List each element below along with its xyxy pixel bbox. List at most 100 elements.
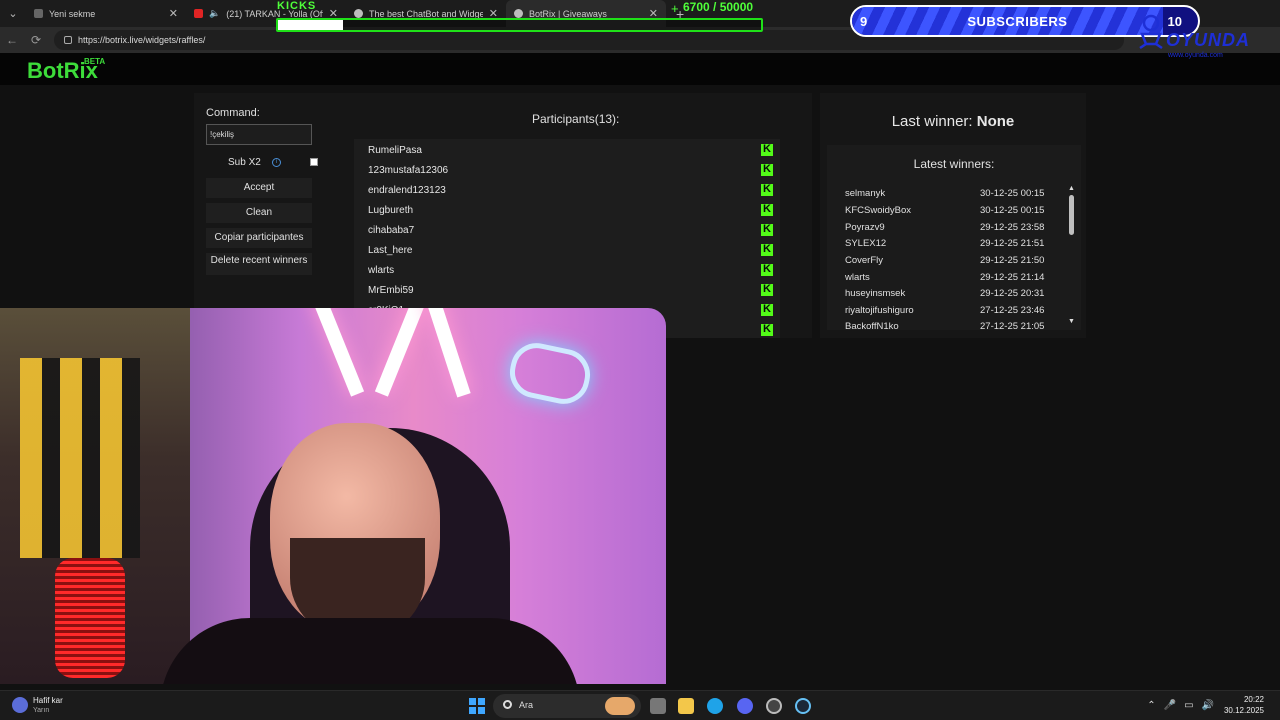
kick-icon (761, 183, 773, 196)
winner-row: SYLEX12 29-12-25 21:51 (845, 238, 1055, 249)
system-tray[interactable]: ⌃🎤▭🔊 (1147, 700, 1222, 711)
last-winner: Last winner: None (820, 113, 1086, 130)
weather-title: Hafif kar (33, 696, 63, 705)
kicks-count: 6700 / 50000 (683, 0, 754, 14)
kick-icon (761, 243, 773, 256)
participant-item: 123mustafa12306 (368, 165, 449, 176)
winner-row: wlarts 29-12-25 21:14 (845, 272, 1055, 283)
streamer-body (160, 618, 580, 684)
command-label: Command: (206, 107, 260, 119)
reload-icon[interactable]: ⟳ (24, 33, 48, 47)
clock-date: 30.12.2025 (1223, 706, 1264, 715)
start-icon[interactable] (469, 698, 485, 714)
edge-icon[interactable] (707, 698, 723, 714)
participant-item: Lugbureth (368, 205, 414, 216)
neon-light (423, 308, 471, 398)
red-lamp (55, 558, 125, 678)
scroll-thumb[interactable] (1069, 195, 1074, 235)
file-explorer-icon[interactable] (678, 698, 694, 714)
youtube-icon (194, 9, 203, 18)
raffle-panel: Command: !çekiliş Sub X2 i Accept Clean … (194, 93, 812, 338)
winner-row: huseyinsmsek 29-12-25 20:31 (845, 288, 1055, 299)
winner-name: Poyrazv9 (845, 222, 885, 233)
task-view-icon[interactable] (650, 698, 666, 714)
kicks-goal-overlay: KICKS + 6700 / 50000 (273, 0, 763, 33)
winner-date: 30-12-25 00:15 (980, 205, 1045, 216)
accept-button[interactable]: Accept (206, 178, 312, 198)
back-arrow-icon[interactable]: ← (0, 33, 24, 47)
kick-icon (761, 263, 773, 276)
winner-date: 29-12-25 21:51 (980, 238, 1045, 249)
kick-icon (761, 163, 773, 176)
clean-button[interactable]: Clean (206, 203, 312, 223)
participant-item: MrEmbi59 (368, 285, 414, 296)
weather-subtitle: Yarın (33, 707, 50, 714)
kicks-progress-bar (276, 18, 763, 32)
winner-row: riyaltojifushiguro 27-12-25 23:46 (845, 305, 1055, 316)
tab-new-tab[interactable]: Yeni sekme ✕ (26, 0, 186, 27)
kick-icon (761, 143, 773, 156)
speaker-icon[interactable]: 🔈 (209, 8, 220, 19)
winner-name: riyaltojifushiguro (845, 305, 914, 316)
participant-item: Last_here (368, 245, 413, 256)
winner-name: SYLEX12 (845, 238, 887, 249)
last-winner-value: None (976, 113, 1015, 130)
weather-icon (12, 697, 28, 713)
winner-name: CoverFly (845, 255, 884, 266)
neon-gamepad (505, 338, 595, 409)
kick-icon (761, 203, 773, 216)
kick-icon (761, 223, 773, 236)
site-info-icon[interactable] (64, 36, 72, 44)
plus-icon: + (671, 1, 679, 16)
subscribers-title: SUBSCRIBERS (967, 13, 1068, 29)
search-highlight-icon (605, 697, 635, 715)
robot-mascot-icon (1139, 14, 1163, 50)
clock-time: 20:22 (1243, 695, 1264, 704)
steam-icon[interactable] (795, 698, 811, 714)
winner-name: wlarts (845, 272, 870, 283)
winner-date: 27-12-25 23:46 (980, 305, 1045, 316)
winner-date: 30-12-25 00:15 (980, 188, 1045, 199)
subx2-label: Sub X2 (228, 157, 261, 168)
winner-name: KFCSwoidyBox (845, 205, 911, 216)
copy-participants-button[interactable]: Copiar participantes (206, 228, 312, 248)
clock[interactable]: 20:22 30.12.2025 (1218, 694, 1264, 716)
winner-name: huseyinsmsek (845, 288, 906, 299)
background-jersey (20, 358, 140, 558)
weather-widget[interactable]: Hafif kar Yarın (12, 694, 92, 718)
close-tab-icon[interactable]: ✕ (169, 7, 178, 20)
latest-winners-box: Latest winners: selmanyk 30-12-25 00:15 K… (827, 145, 1081, 330)
participant-item: wlarts (368, 265, 395, 276)
obs-icon[interactable] (766, 698, 782, 714)
kick-icon (761, 323, 773, 336)
winner-row: CoverFly 29-12-25 21:50 (845, 255, 1055, 266)
scroll-up-icon[interactable]: ▲ (1068, 185, 1075, 192)
delete-recent-winners-button[interactable]: Delete recent winners (206, 253, 312, 275)
participant-item: RumeliPasa (368, 145, 422, 156)
kick-icon (761, 283, 773, 296)
command-input[interactable]: !çekiliş (206, 124, 312, 145)
winner-row: selmanyk 30-12-25 00:15 (845, 188, 1055, 199)
tab-actions-chevron-icon[interactable]: ⌄ (0, 0, 26, 27)
winner-row: BackoffN1ko 27-12-25 21:05 (845, 321, 1055, 330)
last-winner-label: Last winner: (891, 113, 973, 130)
winners-scrollbar[interactable]: ▲ ▼ (1067, 185, 1077, 327)
url-text: https://botrix.live/widgets/raffles/ (78, 35, 206, 45)
kicks-progress-fill (278, 20, 343, 30)
winner-date: 29-12-25 21:50 (980, 255, 1045, 266)
info-icon[interactable]: i (272, 158, 281, 167)
discord-icon[interactable] (737, 698, 753, 714)
winner-name: selmanyk (845, 188, 886, 199)
subx2-checkbox[interactable] (310, 158, 318, 166)
search-label: Ara (519, 700, 534, 710)
webcam-video (0, 308, 666, 684)
winner-date: 29-12-25 21:14 (980, 272, 1045, 283)
kick-icon (761, 303, 773, 316)
participant-item: cihababa7 (368, 225, 415, 236)
watermark-site: www.oyunda.com (1168, 52, 1223, 59)
participant-item: endralend123123 (368, 185, 446, 196)
scroll-down-icon[interactable]: ▼ (1068, 318, 1075, 325)
taskbar-search[interactable]: Ara (493, 694, 641, 718)
subscribers-current: 9 (860, 13, 868, 29)
page-icon (34, 9, 43, 18)
